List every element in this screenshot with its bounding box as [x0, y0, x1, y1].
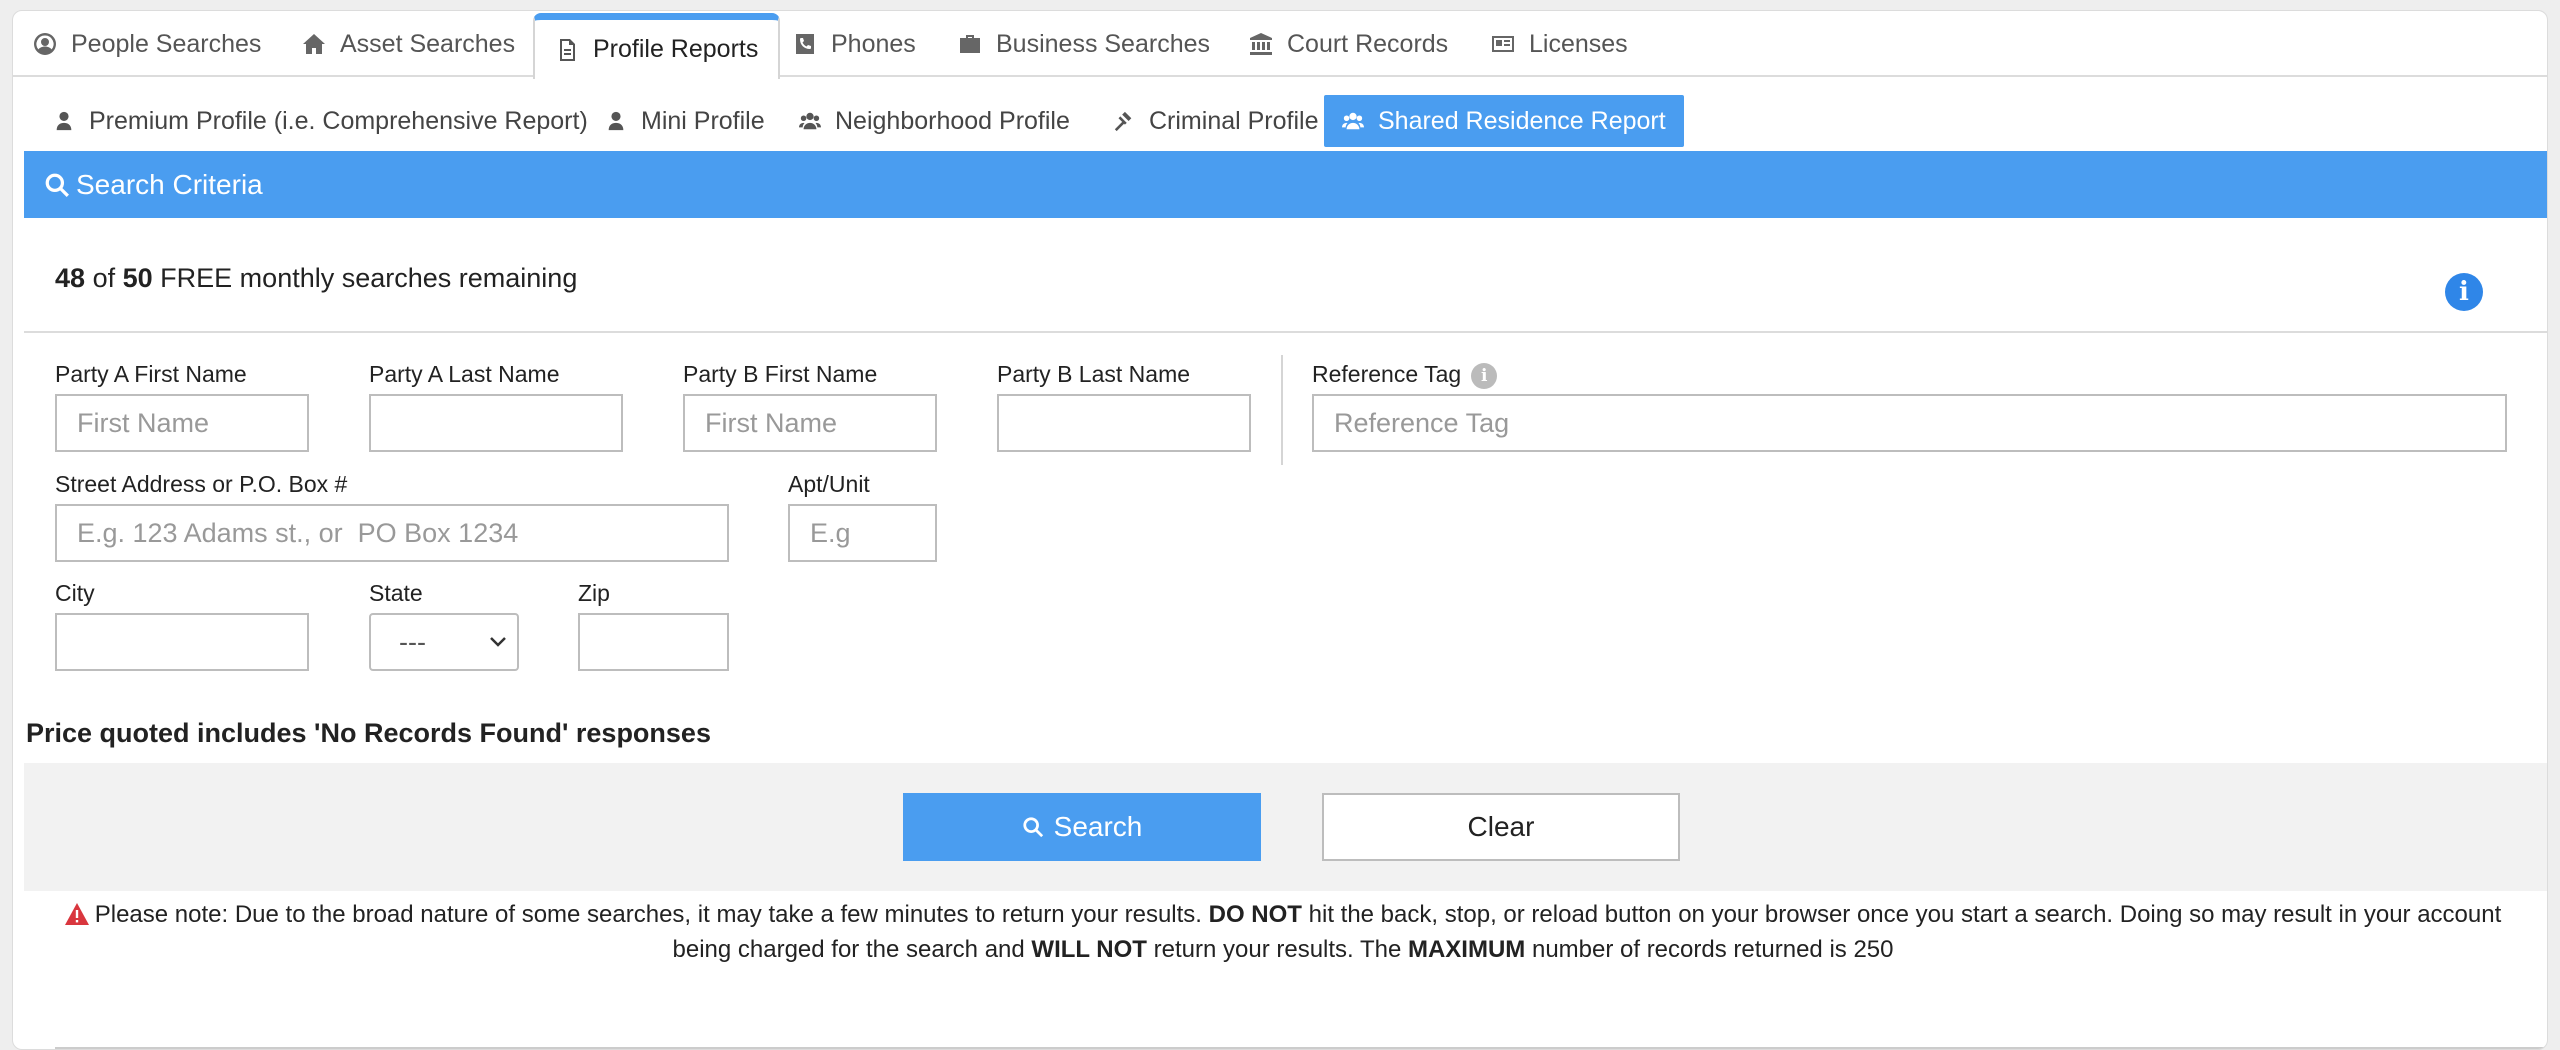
subtab-premium-profile[interactable]: Premium Profile (i.e. Comprehensive Repo… — [35, 95, 606, 147]
warning-icon — [64, 903, 89, 925]
briefcase-icon — [960, 35, 980, 53]
zip-label: Zip — [578, 580, 610, 606]
party-a-last-label: Party A Last Name — [369, 361, 560, 387]
divider — [24, 331, 2547, 333]
id-card-icon — [1492, 36, 1514, 52]
subtab-label: Premium Profile (i.e. Comprehensive Repo… — [89, 106, 588, 135]
searches-total-count: 50 — [122, 263, 153, 293]
search-criteria-header[interactable]: Search Criteria — [24, 151, 2547, 218]
home-icon — [303, 34, 325, 54]
state-selected-value: --- — [399, 626, 426, 657]
subtab-mini-profile[interactable]: Mini Profile — [587, 95, 783, 147]
document-icon — [560, 38, 575, 61]
tab-business-searches[interactable]: Business Searches — [958, 11, 1210, 77]
search-criteria-title: Search Criteria — [76, 168, 263, 200]
warning-text-3: return your results. The — [1146, 936, 1408, 963]
subtab-label: Mini Profile — [641, 106, 765, 135]
bottom-divider — [55, 1047, 2547, 1049]
tab-label: People Searches — [71, 29, 262, 58]
searches-remaining: 48 of 50 FREE monthly searches remaining — [55, 263, 577, 294]
reference-tag-label-text: Reference Tag — [1312, 361, 1462, 387]
subtab-label: Neighborhood Profile — [835, 106, 1070, 135]
tab-people-searches[interactable]: People Searches — [33, 11, 261, 77]
apt-input[interactable] — [788, 504, 937, 562]
tab-label: Profile Reports — [593, 35, 759, 63]
tab-label: Court Records — [1287, 29, 1449, 58]
party-a-first-input[interactable] — [55, 394, 309, 452]
tab-licenses[interactable]: Licenses — [1491, 11, 1628, 77]
warning-bold-2: WILL NOT — [1031, 936, 1147, 963]
tab-label: Phones — [831, 29, 916, 58]
sub-tab-bar: Premium Profile (i.e. Comprehensive Repo… — [13, 79, 2547, 152]
vertical-divider — [1281, 355, 1283, 465]
main-panel: People Searches Asset Searches Profile R… — [12, 10, 2548, 1050]
party-b-first-label: Party B First Name — [683, 361, 878, 387]
search-icon — [45, 173, 69, 197]
clear-button-label: Clear — [1467, 811, 1535, 842]
warning-bold-1: DO NOT — [1208, 901, 1302, 928]
subtab-label: Shared Residence Report — [1378, 106, 1666, 135]
apt-label: Apt/Unit — [788, 471, 870, 497]
price-note: Price quoted includes 'No Records Found'… — [26, 718, 711, 748]
info-icon[interactable]: i — [2445, 273, 2483, 311]
search-button[interactable]: Search — [903, 793, 1261, 861]
state-select[interactable]: --- — [369, 613, 519, 671]
user-circle-icon — [34, 33, 56, 55]
reference-tag-input[interactable] — [1312, 394, 2507, 452]
party-b-last-label: Party B Last Name — [997, 361, 1191, 387]
reference-tag-label: Reference Tag i — [1312, 361, 1498, 389]
search-button-label: Search — [1053, 811, 1143, 842]
courthouse-icon — [1250, 33, 1272, 55]
subtab-label: Criminal Profile — [1149, 106, 1319, 135]
subtab-neighborhood-profile[interactable]: Neighborhood Profile — [781, 95, 1088, 147]
reference-tag-info-icon[interactable]: i — [1471, 362, 1498, 389]
search-icon — [1023, 817, 1043, 838]
state-label: State — [369, 580, 423, 606]
zip-input[interactable] — [578, 613, 729, 671]
city-label: City — [55, 580, 95, 606]
party-a-first-label: Party A First Name — [55, 361, 247, 387]
street-label: Street Address or P.O. Box # — [55, 471, 348, 497]
users-icon — [799, 112, 821, 130]
clear-button[interactable]: Clear — [1322, 793, 1680, 861]
warning-note: Please note: Due to the broad nature of … — [53, 897, 2513, 967]
gavel-icon — [1114, 111, 1132, 132]
user-icon — [608, 111, 624, 131]
subtab-shared-residence[interactable]: Shared Residence Report — [1324, 95, 1684, 147]
warning-bold-3: MAXIMUM — [1407, 936, 1526, 963]
of-text: of — [92, 263, 116, 293]
tab-phones[interactable]: Phones — [793, 11, 916, 77]
city-input[interactable] — [55, 613, 309, 671]
tab-profile-reports[interactable]: Profile Reports — [533, 13, 781, 79]
tab-asset-searches[interactable]: Asset Searches — [302, 11, 515, 77]
searches-used-count: 48 — [55, 263, 86, 293]
action-bar: Search Clear — [24, 763, 2547, 891]
tab-label: Business Searches — [996, 29, 1211, 58]
party-a-last-input[interactable] — [369, 394, 623, 452]
party-b-last-input[interactable] — [997, 394, 1251, 452]
subtab-criminal-profile[interactable]: Criminal Profile — [1095, 95, 1336, 147]
remaining-text: FREE monthly searches remaining — [160, 263, 578, 293]
chevron-down-icon — [490, 637, 506, 647]
tab-label: Asset Searches — [340, 29, 516, 58]
tab-court-records[interactable]: Court Records — [1249, 11, 1448, 77]
party-b-first-input[interactable] — [683, 394, 937, 452]
main-tab-bar: People Searches Asset Searches Profile R… — [13, 11, 2547, 79]
users-icon — [1342, 112, 1364, 130]
phone-icon — [796, 34, 814, 54]
user-icon — [56, 111, 72, 131]
street-input[interactable] — [55, 504, 729, 562]
warning-text-4: number of records returned is 250 — [1525, 936, 1894, 963]
warning-text-1: Please note: Due to the broad nature of … — [94, 901, 1209, 928]
tab-label: Licenses — [1529, 29, 1628, 58]
